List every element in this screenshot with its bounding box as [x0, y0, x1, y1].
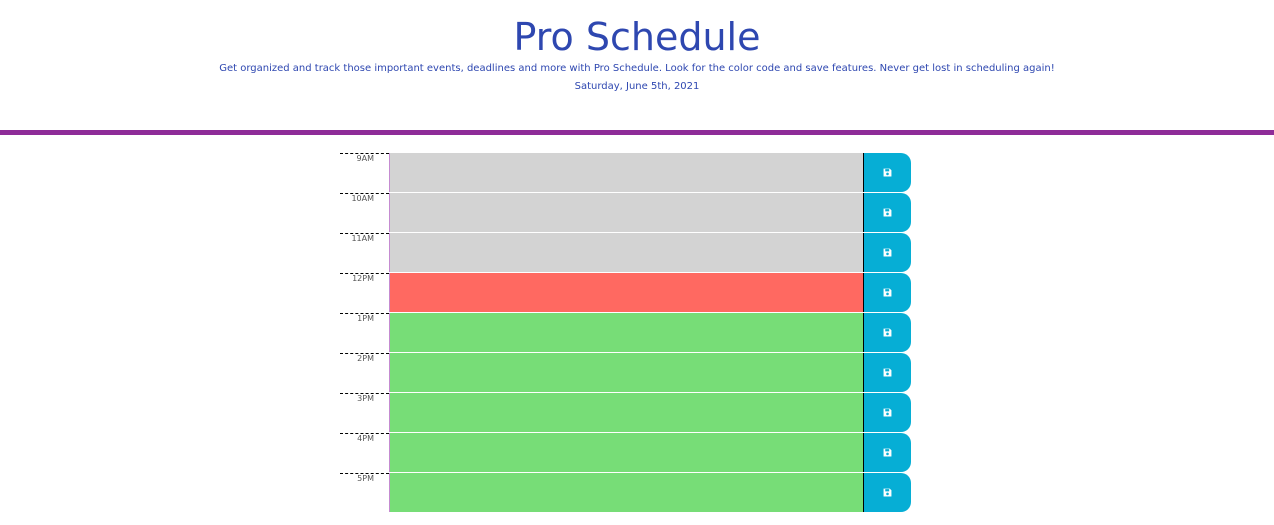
hour-label: 2PM — [340, 353, 389, 392]
hour-label: 4PM — [340, 433, 389, 472]
floppy-disk-icon — [883, 448, 892, 457]
save-button[interactable] — [864, 313, 911, 352]
time-block-row: 2PM — [340, 353, 912, 393]
save-button[interactable] — [864, 393, 911, 432]
floppy-disk-icon — [883, 488, 892, 497]
hour-label: 1PM — [340, 313, 389, 352]
save-button[interactable] — [864, 473, 911, 512]
time-block-row: 12PM — [340, 273, 912, 313]
hour-label: 10AM — [340, 193, 389, 232]
floppy-disk-icon — [883, 248, 892, 257]
time-block-row: 10AM — [340, 193, 912, 233]
save-button[interactable] — [864, 193, 911, 232]
time-block-row: 5PM — [340, 473, 912, 513]
header-divider — [0, 130, 1274, 135]
floppy-disk-icon — [883, 408, 892, 417]
floppy-disk-icon — [883, 368, 892, 377]
floppy-disk-icon — [883, 328, 892, 337]
jumbotron-header: Pro Schedule Get organized and track tho… — [0, 0, 1274, 130]
time-block-row: 1PM — [340, 313, 912, 353]
current-day: Saturday, June 5th, 2021 — [574, 81, 700, 92]
schedule-container: 9AM 10AM 11AM 12PM 1PM 2PM 3PM 4PM 5PM — [340, 153, 912, 513]
hour-label: 11AM — [340, 233, 389, 272]
save-button[interactable] — [864, 273, 911, 312]
event-description-input[interactable] — [389, 353, 864, 392]
hour-label: 5PM — [340, 473, 389, 512]
hour-label: 3PM — [340, 393, 389, 432]
event-description-input[interactable] — [389, 193, 864, 232]
event-description-input[interactable] — [389, 473, 864, 512]
save-button[interactable] — [864, 433, 911, 472]
time-block-row: 11AM — [340, 233, 912, 273]
save-button[interactable] — [864, 153, 911, 192]
event-description-input[interactable] — [389, 433, 864, 472]
time-block-row: 9AM — [340, 153, 912, 193]
event-description-input[interactable] — [389, 273, 864, 312]
page-lead-text: Get organized and track those important … — [219, 63, 1055, 74]
floppy-disk-icon — [883, 208, 892, 217]
time-block-row: 3PM — [340, 393, 912, 433]
event-description-input[interactable] — [389, 153, 864, 192]
time-block-row: 4PM — [340, 433, 912, 473]
event-description-input[interactable] — [389, 393, 864, 432]
save-button[interactable] — [864, 233, 911, 272]
event-description-input[interactable] — [389, 313, 864, 352]
save-button[interactable] — [864, 353, 911, 392]
hour-label: 12PM — [340, 273, 389, 312]
event-description-input[interactable] — [389, 233, 864, 272]
hour-label: 9AM — [340, 153, 389, 192]
floppy-disk-icon — [883, 168, 892, 177]
floppy-disk-icon — [883, 288, 892, 297]
page-title: Pro Schedule — [513, 15, 761, 59]
